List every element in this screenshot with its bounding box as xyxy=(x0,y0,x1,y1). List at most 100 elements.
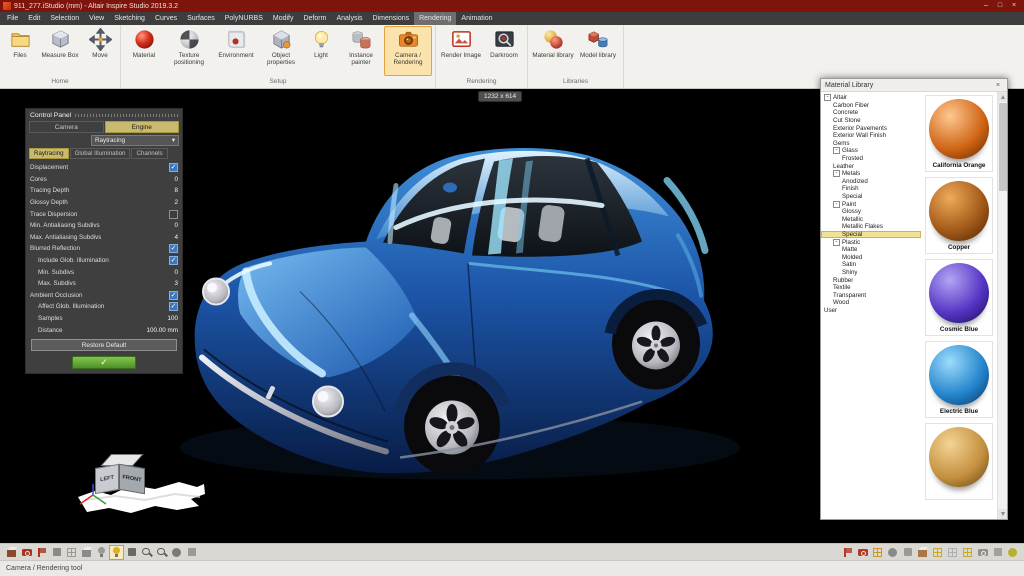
tree-item-shiny[interactable]: Shiny xyxy=(821,269,921,277)
tree-expander-icon[interactable]: - xyxy=(833,147,840,154)
subtab-raytracing[interactable]: Raytracing xyxy=(29,148,69,159)
menu-view[interactable]: View xyxy=(84,12,109,25)
tree-item-carbon-fiber[interactable]: Carbon Fiber xyxy=(821,102,921,110)
panel-grip[interactable] xyxy=(75,114,178,117)
subtab-global-illumination[interactable]: Global Illumination xyxy=(70,148,131,159)
scene-light-icon[interactable] xyxy=(110,546,123,559)
camera-projection-icon[interactable] xyxy=(20,546,33,559)
material-swatch-california-orange[interactable]: California Orange xyxy=(925,95,993,172)
scrollbar-thumb[interactable] xyxy=(999,103,1007,191)
instance-painter-button[interactable]: Instance painter xyxy=(339,26,383,76)
tree-item-leather[interactable]: Leather xyxy=(821,162,921,170)
grid-toggle-icon[interactable] xyxy=(65,546,78,559)
checkbox-displacement[interactable]: ✓ xyxy=(169,163,178,172)
pan-icon[interactable] xyxy=(185,546,198,559)
tree-item-special[interactable]: Special xyxy=(821,193,921,201)
tree-item-gems[interactable]: Gems xyxy=(821,140,921,148)
tree-item-plastic[interactable]: -Plastic xyxy=(821,238,921,246)
tree-item-altair[interactable]: -Altair xyxy=(821,94,921,102)
tree-item-metallic-flakes[interactable]: Metallic Flakes xyxy=(821,223,921,231)
zoom-fit-icon[interactable] xyxy=(140,546,153,559)
tree-item-transparent[interactable]: Transparent xyxy=(821,291,921,299)
menu-edit[interactable]: Edit xyxy=(23,12,45,25)
value-max-antialiasing-subdivs[interactable]: 4 xyxy=(174,234,178,241)
menu-polynurbs[interactable]: PolyNURBS xyxy=(220,12,268,25)
scroll-up-icon[interactable] xyxy=(998,92,1007,102)
checkbox-trace-dispersion[interactable] xyxy=(169,210,178,219)
tree-item-anodized[interactable]: Anodized xyxy=(821,178,921,186)
material-swatch-cosmic-blue[interactable]: Cosmic Blue xyxy=(925,259,993,336)
files-button[interactable]: Files xyxy=(3,26,37,76)
snap-grid-icon[interactable] xyxy=(931,546,944,559)
tab-camera[interactable]: Camera xyxy=(29,121,104,133)
tree-item-matte[interactable]: Matte xyxy=(821,246,921,254)
value-distance[interactable]: 100.00 mm xyxy=(147,327,179,334)
tree-item-exterior-wall-finish[interactable]: Exterior Wall Finish xyxy=(821,132,921,140)
light-button[interactable]: Light xyxy=(304,26,338,76)
tree-item-frosted[interactable]: Frosted xyxy=(821,155,921,163)
maximize-button[interactable]: □ xyxy=(993,0,1007,12)
tree-item-special[interactable]: Special xyxy=(821,231,921,239)
headlight-icon[interactable] xyxy=(95,546,108,559)
display-mode-icon[interactable] xyxy=(5,546,18,559)
menu-analysis[interactable]: Analysis xyxy=(331,12,367,25)
browser-icon[interactable] xyxy=(916,546,929,559)
value-cores[interactable]: 0 xyxy=(174,176,178,183)
history-icon[interactable] xyxy=(901,546,914,559)
screen-capture-icon[interactable] xyxy=(976,546,989,559)
value-min-antialiasing-subdivs[interactable]: 0 xyxy=(174,222,178,229)
tree-item-rubber[interactable]: Rubber xyxy=(821,276,921,284)
tree-item-textile[interactable]: Textile xyxy=(821,284,921,292)
measure-box-button[interactable]: Measure Box xyxy=(38,26,82,76)
axes-toggle-icon[interactable] xyxy=(80,546,93,559)
render-region-icon[interactable] xyxy=(35,546,48,559)
turntable-icon[interactable] xyxy=(871,546,884,559)
view-cube[interactable]: LEFT FRONT xyxy=(92,453,152,509)
menu-selection[interactable]: Selection xyxy=(45,12,84,25)
value-samples[interactable]: 100 xyxy=(167,315,178,322)
tree-expander-icon[interactable]: - xyxy=(833,170,840,177)
scroll-down-icon[interactable] xyxy=(998,509,1007,519)
checkbox-ambient-occlusion[interactable]: ✓ xyxy=(169,291,178,300)
menu-sketching[interactable]: Sketching xyxy=(109,12,150,25)
tree-item-finish[interactable]: Finish xyxy=(821,185,921,193)
texture-positioning-button[interactable]: Texture positioning xyxy=(165,26,213,76)
tree-item-glass[interactable]: -Glass xyxy=(821,147,921,155)
close-button[interactable]: × xyxy=(1007,0,1021,12)
swatch-scrollbar[interactable] xyxy=(997,92,1007,519)
menu-animation[interactable]: Animation xyxy=(456,12,497,25)
tree-item-concrete[interactable]: Concrete xyxy=(821,109,921,117)
snap-settings-icon[interactable] xyxy=(841,546,854,559)
material-swatch-electric-blue[interactable]: Electric Blue xyxy=(925,341,993,418)
move-button[interactable]: Move xyxy=(83,26,117,76)
camera-rendering-button[interactable]: Camera / Rendering xyxy=(384,26,432,76)
menu-deform[interactable]: Deform xyxy=(299,12,332,25)
subtab-channels[interactable]: Channels xyxy=(131,148,167,159)
object-properties-button[interactable]: Object properties xyxy=(259,26,303,76)
tree-item-paint[interactable]: -Paint xyxy=(821,200,921,208)
material-swatch[interactable] xyxy=(925,423,993,500)
animation-icon[interactable] xyxy=(886,546,899,559)
tree-item-cut-stone[interactable]: Cut Stone xyxy=(821,117,921,125)
model-library-button[interactable]: Model library xyxy=(576,26,620,76)
value-tracing-depth[interactable]: 8 xyxy=(174,187,178,194)
tree-item-metallic[interactable]: Metallic xyxy=(821,216,921,224)
menu-curves[interactable]: Curves xyxy=(150,12,182,25)
tree-item-glossy[interactable]: Glossy xyxy=(821,208,921,216)
material-button[interactable]: Material xyxy=(124,26,164,76)
tree-expander-icon[interactable]: - xyxy=(833,239,840,246)
render-queue-icon[interactable] xyxy=(856,546,869,559)
frame-icon[interactable] xyxy=(991,546,1004,559)
tree-item-exterior-pavements[interactable]: Exterior Pavements xyxy=(821,124,921,132)
close-icon[interactable]: × xyxy=(993,82,1003,89)
tree-item-wood[interactable]: Wood xyxy=(821,299,921,307)
tree-expander-icon[interactable]: - xyxy=(833,201,840,208)
tree-expander-icon[interactable]: - xyxy=(824,94,831,101)
gem-icon[interactable] xyxy=(1006,546,1019,559)
checkbox-blurred-reflection[interactable]: ✓ xyxy=(169,244,178,253)
menu-modify[interactable]: Modify xyxy=(268,12,299,25)
tab-engine[interactable]: Engine xyxy=(105,121,180,133)
menu-dimensions[interactable]: Dimensions xyxy=(368,12,415,25)
value-min-subdivs[interactable]: 0 xyxy=(174,269,178,276)
value-max-subdivs[interactable]: 3 xyxy=(174,280,178,287)
